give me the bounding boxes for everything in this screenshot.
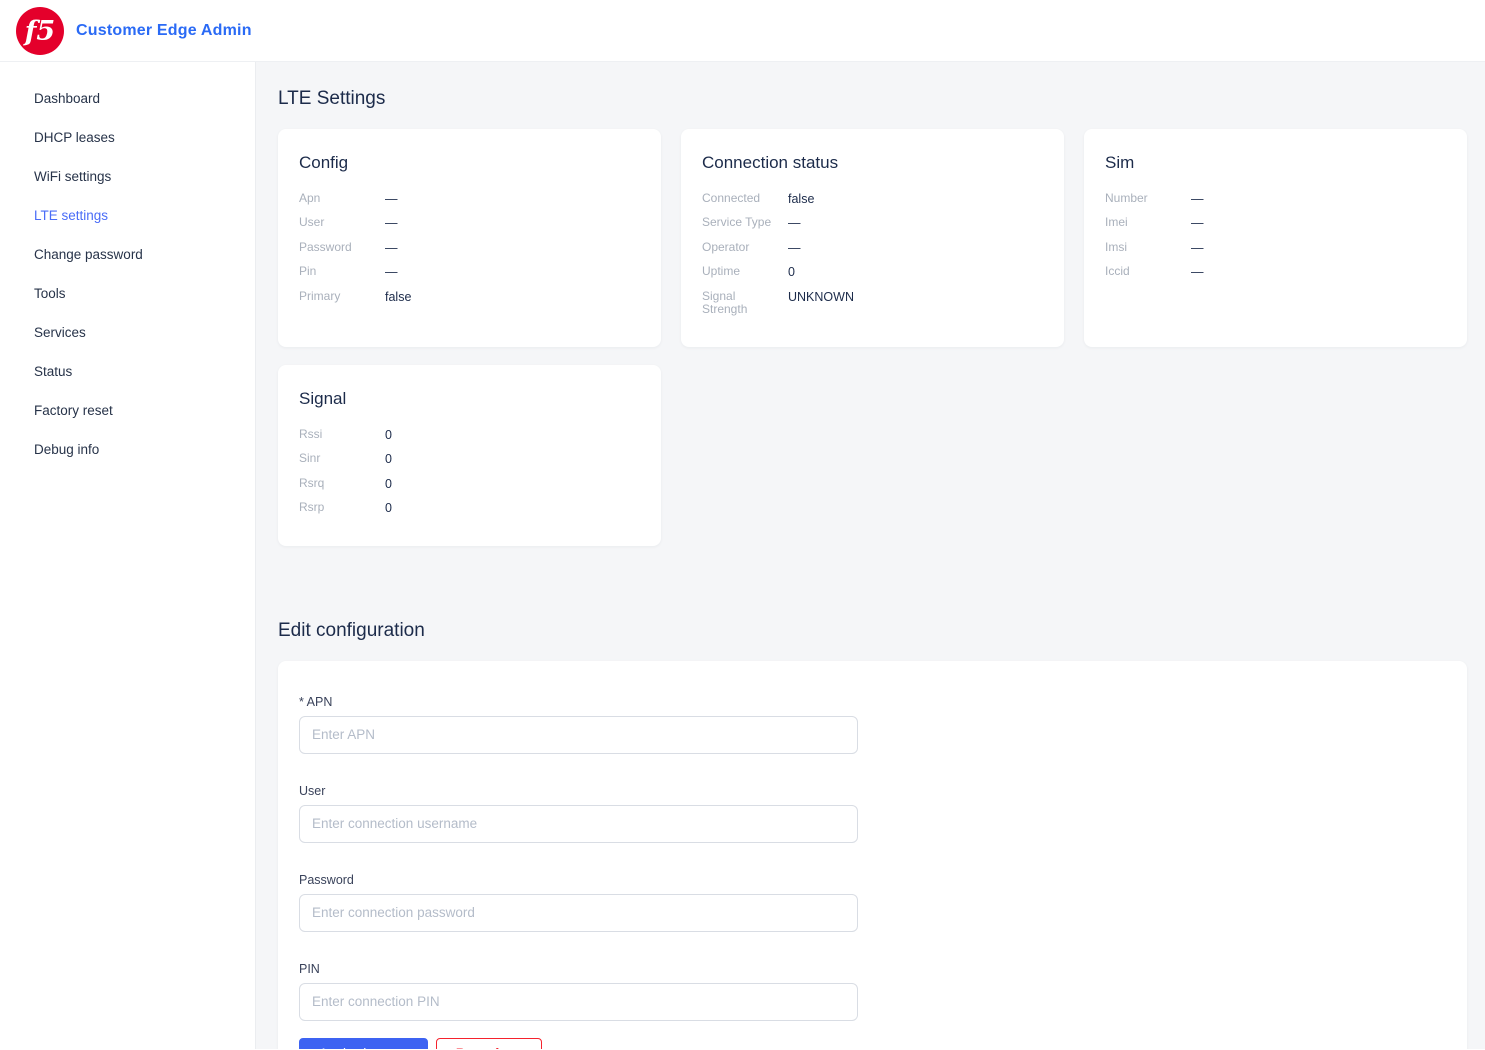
sidebar-item-services[interactable]: Services bbox=[0, 313, 255, 352]
config-row-password: Password — bbox=[299, 241, 640, 255]
signal-row-rsrq: Rsrq 0 bbox=[299, 477, 640, 491]
edit-configuration-title: Edit configuration bbox=[278, 620, 1467, 642]
apply-changes-button[interactable]: Apply changes bbox=[299, 1038, 428, 1049]
reset-form-button[interactable]: Reset form bbox=[436, 1038, 542, 1049]
pin-input[interactable] bbox=[299, 983, 858, 1021]
apn-input[interactable] bbox=[299, 716, 858, 754]
sidebar-item-factory-reset[interactable]: Factory reset bbox=[0, 391, 255, 430]
connection-row-operator: Operator — bbox=[702, 241, 1043, 255]
app-title: Customer Edge Admin bbox=[76, 22, 252, 40]
signal-row-rsrp: Rsrp 0 bbox=[299, 501, 640, 515]
app-header: f5 Customer Edge Admin bbox=[0, 0, 1485, 62]
config-card-title: Config bbox=[299, 153, 640, 173]
sim-card: Sim Number — Imei — Imsi — Iccid — bbox=[1084, 129, 1467, 347]
password-field-group: Password bbox=[299, 873, 858, 932]
pin-label: PIN bbox=[299, 962, 858, 976]
apn-label: * APN bbox=[299, 695, 858, 709]
password-input[interactable] bbox=[299, 894, 858, 932]
signal-row-rssi: Rssi 0 bbox=[299, 428, 640, 442]
sim-card-title: Sim bbox=[1105, 153, 1446, 173]
apn-field-group: * APN bbox=[299, 695, 858, 754]
sidebar-nav: Dashboard DHCP leases WiFi settings LTE … bbox=[0, 62, 256, 1049]
sidebar-item-dashboard[interactable]: Dashboard bbox=[0, 79, 255, 118]
pin-field-group: PIN bbox=[299, 962, 858, 1021]
sim-row-iccid: Iccid — bbox=[1105, 265, 1446, 279]
sidebar-item-status[interactable]: Status bbox=[0, 352, 255, 391]
connection-row-signal-strength: Signal Strength UNKNOWN bbox=[702, 290, 1043, 318]
page-title: LTE Settings bbox=[278, 88, 1467, 110]
connection-row-service-type: Service Type — bbox=[702, 216, 1043, 230]
config-row-apn: Apn — bbox=[299, 192, 640, 206]
sidebar-item-lte-settings[interactable]: LTE settings bbox=[0, 196, 255, 235]
app-body: Dashboard DHCP leases WiFi settings LTE … bbox=[0, 62, 1485, 1049]
config-row-user: User — bbox=[299, 216, 640, 230]
main-content: LTE Settings Config Apn — User — Passwor… bbox=[256, 62, 1485, 1049]
sim-row-imei: Imei — bbox=[1105, 216, 1446, 230]
edit-configuration-form: * APN User Password PIN Apply changes Re… bbox=[278, 661, 1467, 1049]
sidebar-item-change-password[interactable]: Change password bbox=[0, 235, 255, 274]
connection-status-card-title: Connection status bbox=[702, 153, 1043, 173]
sim-row-imsi: Imsi — bbox=[1105, 241, 1446, 255]
config-row-primary: Primary false bbox=[299, 290, 640, 304]
sidebar-item-debug-info[interactable]: Debug info bbox=[0, 430, 255, 469]
user-input[interactable] bbox=[299, 805, 858, 843]
signal-row-sinr: Sinr 0 bbox=[299, 452, 640, 466]
connection-status-card: Connection status Connected false Servic… bbox=[681, 129, 1064, 347]
form-buttons: Apply changes Reset form bbox=[299, 1038, 1446, 1049]
signal-card-title: Signal bbox=[299, 389, 640, 409]
sidebar-item-tools[interactable]: Tools bbox=[0, 274, 255, 313]
config-card: Config Apn — User — Password — Pin — bbox=[278, 129, 661, 347]
password-label: Password bbox=[299, 873, 858, 887]
signal-card: Signal Rssi 0 Sinr 0 Rsrq 0 Rsrp 0 bbox=[278, 365, 661, 546]
sidebar-item-dhcp-leases[interactable]: DHCP leases bbox=[0, 118, 255, 157]
sidebar-item-wifi-settings[interactable]: WiFi settings bbox=[0, 157, 255, 196]
user-field-group: User bbox=[299, 784, 858, 843]
config-row-pin: Pin — bbox=[299, 265, 640, 279]
sim-row-number: Number — bbox=[1105, 192, 1446, 206]
status-cards: Config Apn — User — Password — Pin — bbox=[278, 129, 1467, 546]
f5-logo-icon: f5 bbox=[16, 7, 64, 55]
user-label: User bbox=[299, 784, 858, 798]
f5-logo-text: f5 bbox=[23, 16, 55, 47]
connection-row-uptime: Uptime 0 bbox=[702, 265, 1043, 279]
connection-row-connected: Connected false bbox=[702, 192, 1043, 206]
